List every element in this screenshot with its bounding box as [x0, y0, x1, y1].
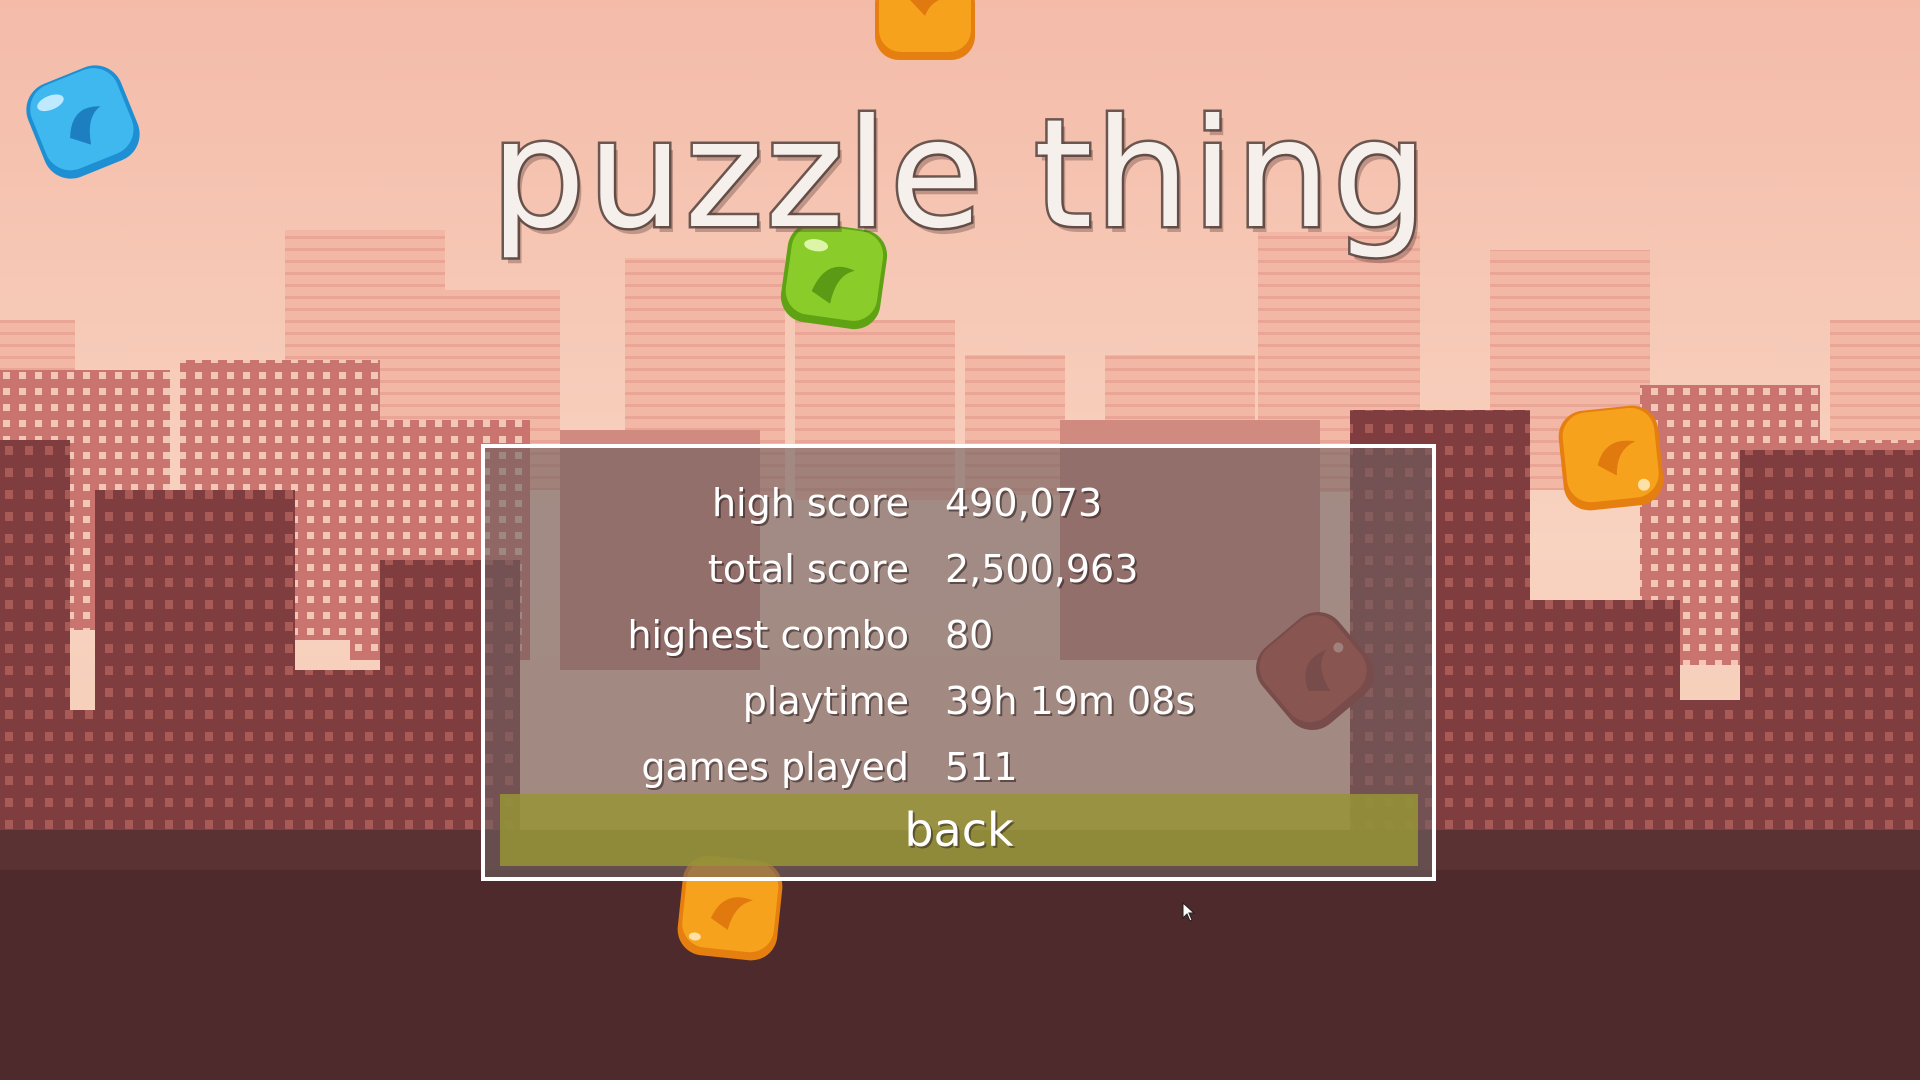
stat-row-playtime: playtime 39h 19m 08s [485, 668, 1432, 734]
stat-value: 2,500,963 [945, 547, 1139, 591]
stat-row-highest-combo: highest combo 80 [485, 602, 1432, 668]
stat-row-total-score: total score 2,500,963 [485, 536, 1432, 602]
stat-row-games-played: games played 511 [485, 734, 1432, 800]
game-title: puzzle thing [488, 86, 1430, 265]
stat-label: total score [707, 547, 909, 591]
stat-label: playtime [742, 679, 909, 723]
stats-panel: high score 490,073 total score 2,500,963… [481, 444, 1436, 881]
orange-gem-icon [875, 0, 975, 60]
stat-row-high-score: high score 490,073 [485, 470, 1432, 536]
stat-label: high score [711, 481, 909, 525]
stats-list: high score 490,073 total score 2,500,963… [485, 470, 1432, 800]
stat-value: 80 [945, 613, 994, 657]
stat-label: highest combo [627, 613, 909, 657]
game-screen: puzzle thing high score 490,073 total sc… [0, 0, 1920, 1080]
stat-value: 39h 19m 08s [945, 679, 1196, 723]
mouse-cursor-icon [1182, 902, 1196, 922]
orange-gem-icon [1558, 405, 1664, 511]
back-button[interactable]: back [500, 794, 1418, 866]
stat-value: 511 [945, 745, 1018, 789]
stat-value: 490,073 [945, 481, 1103, 525]
stat-label: games played [641, 745, 909, 789]
